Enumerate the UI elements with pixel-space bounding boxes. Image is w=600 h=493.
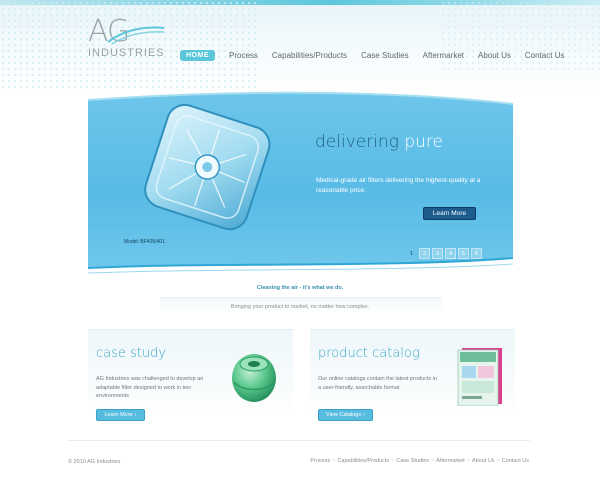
hero-headline: delivering pure — [315, 132, 443, 152]
hero-page-4[interactable]: 4 — [445, 248, 456, 259]
logo-swoosh-icon — [107, 26, 165, 45]
product-catalog-text: Our online catalogs contain the latest p… — [318, 376, 437, 391]
logo-subtitle: INDUSTRIES — [88, 47, 165, 59]
hero-banner: Model: BF405/401 delivering pure Medical… — [88, 90, 513, 278]
case-study-card: case study AG Industries was challenged … — [88, 329, 293, 421]
product-catalog-title: product catalog — [318, 346, 420, 361]
hero-headline-main: delivering — [315, 132, 405, 152]
footer-separator: ~ — [391, 458, 395, 464]
case-study-learn-more-button[interactable]: Learn More › — [96, 409, 145, 421]
filter-part-image — [232, 354, 276, 402]
hero-pagination: 1 2 3 4 5 6 — [406, 248, 482, 259]
nav-contact-us[interactable]: Contact Us — [525, 51, 565, 60]
footer-separator: ~ — [332, 458, 336, 464]
hero-page-2[interactable]: 2 — [419, 248, 430, 259]
footer-separator: ~ — [496, 458, 500, 464]
footer-separator: ~ — [431, 458, 435, 464]
product-model-label: Model: BF405/401 — [124, 239, 165, 245]
hero-description: Medical-grade air filters delivering the… — [316, 177, 481, 194]
nav-home[interactable]: HOME — [180, 49, 215, 61]
nav-about-us[interactable]: About Us — [478, 51, 511, 60]
footer-navigation: Process ~ Capabilities/Products ~ Case S… — [310, 458, 529, 464]
nav-capabilities-products[interactable]: Capabilities/Products — [272, 51, 347, 60]
footer-link-capabilities-products[interactable]: Capabilities/Products — [337, 458, 389, 464]
hero-headline-accent: pure — [404, 132, 443, 152]
hero-page-6[interactable]: 6 — [471, 248, 482, 259]
main-navigation: HOME Process Capabilities/Products Case … — [180, 48, 578, 62]
subtagline: Bringing your product to market, no matt… — [230, 304, 370, 310]
footer-link-contact-us[interactable]: Contact Us — [502, 458, 529, 464]
case-study-title: case study — [96, 346, 167, 361]
view-catalogs-button[interactable]: View Catalogs › — [318, 409, 373, 421]
footer-link-process[interactable]: Process — [310, 458, 330, 464]
air-filter-product-image — [144, 103, 271, 231]
footer-link-about-us[interactable]: About Us — [472, 458, 495, 464]
hero-learn-more-button[interactable]: Learn More — [423, 207, 476, 220]
footer-link-aftermarket[interactable]: Aftermarket — [436, 458, 464, 464]
hero-page-3[interactable]: 3 — [432, 248, 443, 259]
nav-process[interactable]: Process — [229, 51, 258, 60]
case-study-button-label: Learn More — [104, 412, 133, 418]
chevron-right-icon: › — [363, 412, 365, 418]
tagline: Cleaning the air - it's what we do. — [256, 285, 344, 291]
hero-page-1[interactable]: 1 — [406, 248, 417, 259]
hero-page-5[interactable]: 5 — [458, 248, 469, 259]
case-study-text: AG Industries was challenged to develop … — [96, 376, 204, 399]
chevron-right-icon: › — [134, 412, 137, 418]
catalog-brochure-image — [457, 348, 502, 406]
product-catalog-card: product catalog Our online catalogs cont… — [310, 329, 515, 421]
footer-copyright: © 2010 AG Industries — [68, 459, 121, 465]
nav-aftermarket[interactable]: Aftermarket — [423, 51, 464, 60]
nav-case-studies[interactable]: Case Studies — [361, 51, 409, 60]
ag-industries-logo[interactable]: AG INDUSTRIES — [86, 14, 176, 62]
footer-divider — [68, 440, 530, 441]
footer-link-case-studies[interactable]: Case Studies — [396, 458, 429, 464]
view-catalogs-button-label: View Catalogs — [326, 412, 362, 418]
footer-separator: ~ — [466, 458, 470, 464]
